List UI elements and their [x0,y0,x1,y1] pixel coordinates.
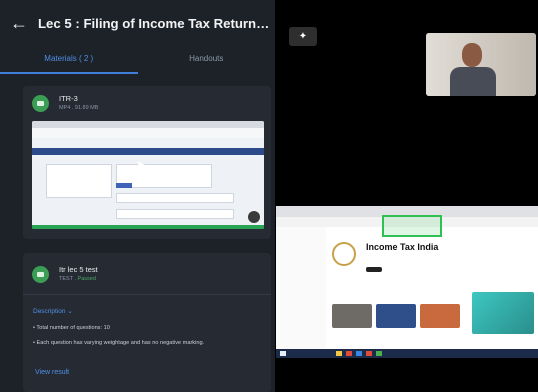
shared-sidebar [276,227,326,352]
material-name: ITR-3 [59,94,78,103]
test-card: Itr lec 5 test TEST . Passed Description… [23,253,271,392]
participant-body [450,67,496,96]
test-meta: TEST . Passed [59,276,96,282]
tab-materials[interactable]: Materials ( 2 ) [0,46,138,74]
video-tile [332,304,372,328]
taskbar-icon [356,351,362,356]
video-file-icon [32,95,49,112]
shared-screen: Income Tax India [276,206,538,358]
thumbnail-address-bar [32,128,264,138]
shared-ad-panel [472,292,534,334]
arrow-left-icon[interactable]: ← [10,13,30,33]
tab-bar: Materials ( 2 ) Handouts [0,46,275,74]
taskbar-icon [376,351,382,356]
thumbnail-browser-tabs [32,121,264,128]
top-app-bar: ← Lec 5 : Filing of Income Tax Return of… [0,0,275,46]
view-result-link[interactable]: View result [35,369,69,376]
taskbar-icon [336,351,342,356]
test-status: Passed [77,276,96,282]
material-meta: MP4 . 91.89 MB [59,105,99,111]
thumbnail-progress [32,225,264,229]
thumbnail-form-box [116,193,234,203]
chevron-down-icon: ⌄ [67,308,73,315]
status-bar [290,0,538,10]
start-icon [280,351,286,356]
pin-icon[interactable]: ✦ [289,27,317,46]
video-tile [376,304,416,328]
play-icon[interactable] [138,161,156,183]
bullet-text: Each question has varying weightage and … [36,340,205,346]
lecture-title: Lec 5 : Filing of Income Tax Return of t… [38,15,272,31]
channel-logo [332,242,356,266]
taskbar-icon [366,351,372,356]
thumbnail-form-box [46,164,112,198]
participant-head [462,43,482,67]
shared-taskbar [276,349,538,358]
description-toggle[interactable]: Description ⌄ [33,307,73,315]
test-type: TEST . [59,276,78,282]
subscribe-button [366,267,382,272]
description-label: Description [33,308,66,315]
course-panel: ← Lec 5 : Filing of Income Tax Return of… [0,0,275,392]
share-indicator [382,215,442,237]
description-bullet: • Total number of questions: 10 [33,325,110,331]
thumbnail-button [116,183,132,188]
screen: ← Lec 5 : Filing of Income Tax Return of… [0,0,538,392]
test-name: Itr lec 5 test [59,265,98,274]
test-icon [32,266,49,283]
taskbar-icon [346,351,352,356]
material-card[interactable]: ITR-3 MP4 . 91.89 MB [23,86,271,239]
description-bullet: • Each question has varying weightage an… [33,340,205,346]
tab-handouts[interactable]: Handouts [138,46,276,74]
channel-name: Income Tax India [366,242,439,252]
thumbnail-form-box [116,209,234,219]
participant-video[interactable] [426,33,536,96]
presenter-avatar [248,211,260,223]
thumbnail-site-nav [32,148,264,155]
video-thumbnail[interactable] [32,121,264,229]
divider [23,294,271,295]
bullet-text: Total number of questions: 10 [36,325,110,331]
video-tile [420,304,460,328]
